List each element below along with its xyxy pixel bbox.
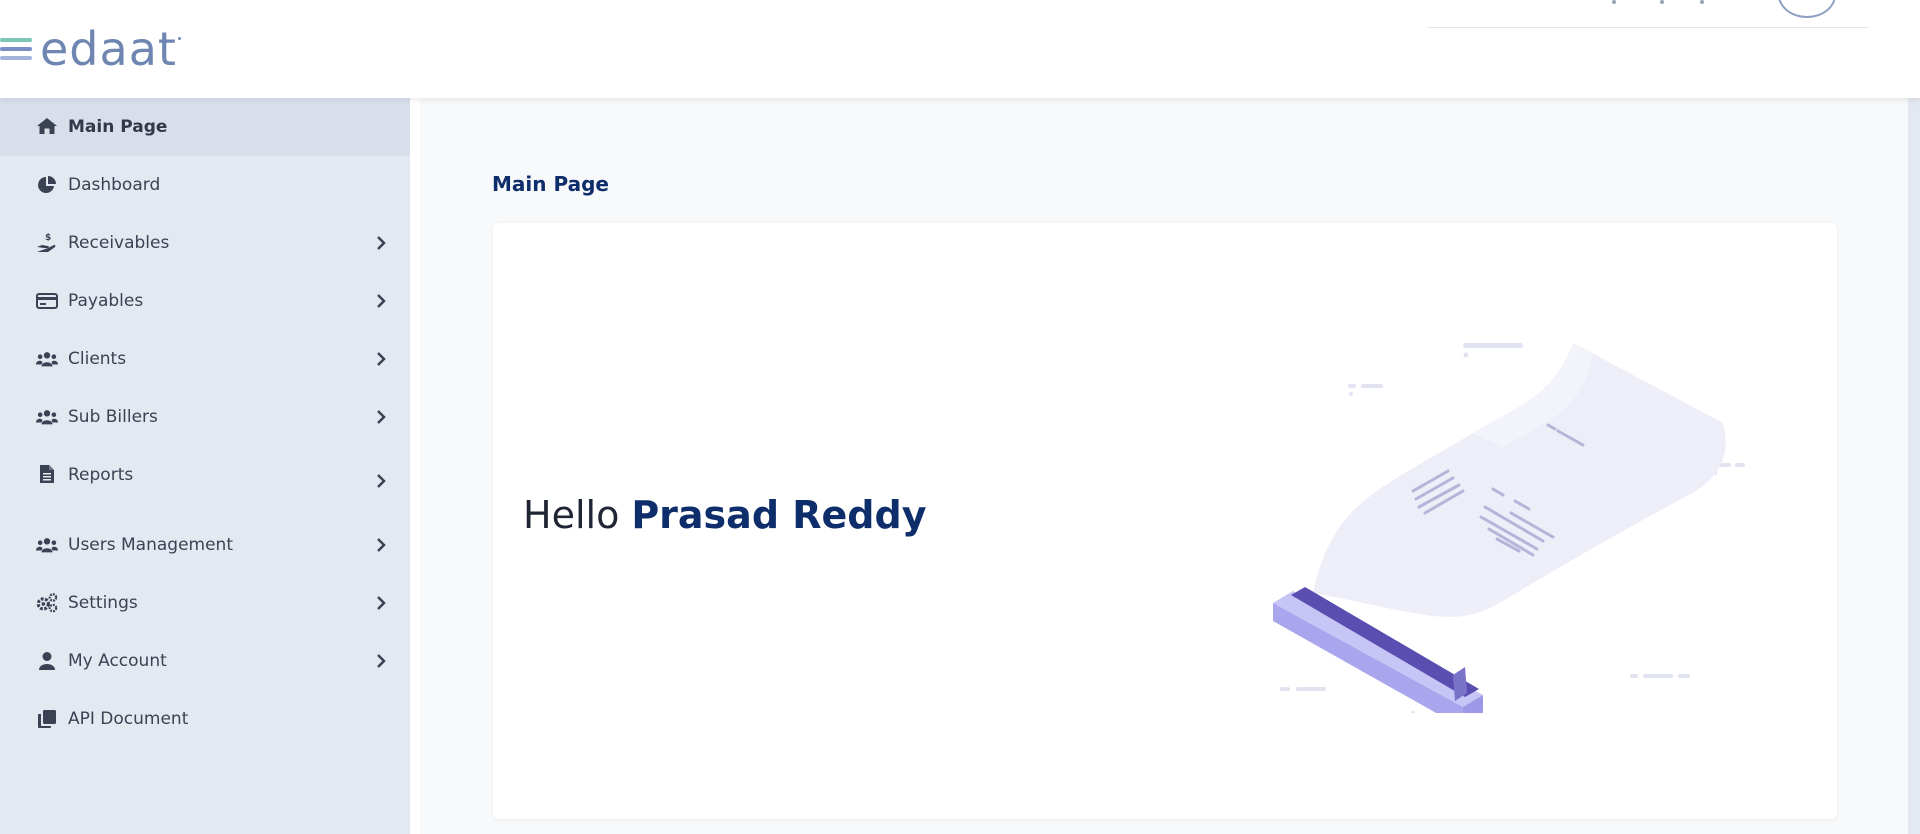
svg-text:$: $ [45,233,51,243]
sidebar-item-clients[interactable]: Clients [0,330,410,388]
top-header: edaat [0,0,1920,98]
scrollbar-track[interactable] [1908,98,1920,834]
sidebar-item-main-page[interactable]: Main Page [0,98,410,156]
chevron-right-icon [377,654,386,668]
sidebar-item-label: Users Management [68,535,233,555]
sidebar-item-my-account[interactable]: My Account [0,632,410,690]
receipt-printer-illustration [1273,343,1745,713]
app-logo[interactable]: edaat [0,26,181,72]
header-divider [1427,27,1869,28]
logo-text: edaat [40,22,177,76]
sidebar-item-reports[interactable]: Reports [0,446,410,504]
sidebar-item-label: Dashboard [68,175,161,195]
sidebar-item-label: API Document [68,709,189,729]
users-icon [36,348,58,370]
logo-mark-icon [0,38,32,60]
home-icon [36,115,58,137]
chevron-right-icon [377,474,386,488]
sidebar-item-dashboard[interactable]: Dashboard [0,156,410,214]
sidebar-item-settings[interactable]: Settings [0,574,410,632]
sidebar-item-users-management[interactable]: Users Management [0,516,410,574]
sidebar-item-label: Sub Billers [68,407,158,427]
chevron-right-icon [377,352,386,366]
sidebar-item-label: Receivables [68,233,170,253]
users-icon [36,406,58,428]
pie-chart-icon [36,174,58,196]
hand-dollar-icon: $ [36,232,58,254]
credit-card-icon [36,290,58,312]
avatar[interactable] [1778,0,1836,18]
file-icon [36,463,58,485]
sidebar: Main Page Dashboard $ Receivables Payabl… [0,98,410,834]
user-name: Prasad Reddy [631,493,927,537]
sidebar-item-label: Main Page [68,117,168,137]
sidebar-item-sub-billers[interactable]: Sub Billers [0,388,410,446]
chevron-right-icon [377,410,386,424]
chevron-right-icon [377,236,386,250]
sidebar-item-label: Settings [68,593,138,613]
sidebar-item-label: Clients [68,349,127,369]
chevron-right-icon [377,596,386,610]
sidebar-item-api-document[interactable]: API Document [0,690,410,748]
page-title: Main Page [492,172,609,196]
header-icons[interactable] [1600,0,1720,6]
sidebar-item-payables[interactable]: Payables [0,272,410,330]
greeting-prefix: Hello [523,493,620,537]
sidebar-item-label: Reports [68,465,134,485]
gears-icon [36,592,58,614]
welcome-card: Hello Prasad Reddy [493,223,1837,819]
copy-icon [36,708,58,730]
sidebar-item-label: Payables [68,291,144,311]
sidebar-item-receivables[interactable]: $ Receivables [0,214,410,272]
users-icon [36,534,58,556]
sidebar-item-label: My Account [68,651,167,671]
chevron-right-icon [377,294,386,308]
user-icon [36,650,58,672]
greeting-text: Hello Prasad Reddy [523,493,926,537]
chevron-right-icon [377,538,386,552]
